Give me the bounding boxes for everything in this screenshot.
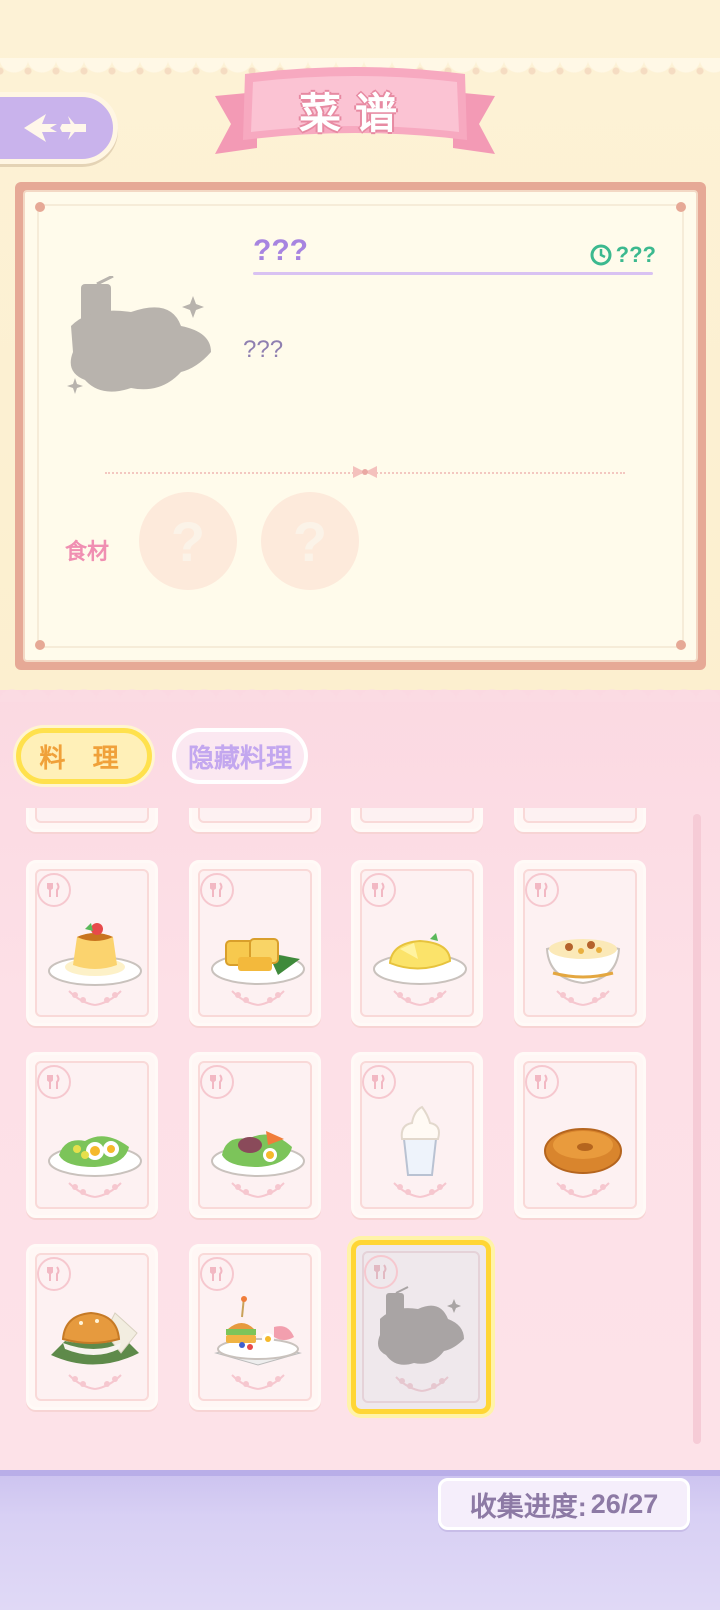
cook-time: ??? — [590, 242, 656, 268]
laurel-icon — [231, 1374, 285, 1390]
dish-silhouette-icon — [67, 276, 211, 394]
pudding-icon — [48, 923, 142, 986]
cutlery-icon — [37, 873, 71, 907]
recipe-card-ice-cream-drink[interactable] — [351, 1052, 483, 1218]
laurel-icon — [393, 990, 447, 1006]
meat-salad-icon — [211, 1131, 305, 1177]
corner-dot — [676, 202, 686, 212]
ingredients-label: 食材 — [65, 539, 110, 564]
recipe-card-burger[interactable] — [26, 1244, 158, 1410]
ingredient-slot[interactable]: ? — [139, 492, 237, 590]
ingredient-slot[interactable]: ? — [261, 492, 359, 590]
dish-description: ??? — [243, 336, 284, 363]
laurel-icon — [68, 1182, 122, 1198]
burger-set-icon — [214, 1296, 302, 1366]
tamagoyaki-icon — [211, 938, 305, 985]
omelette-icon — [373, 933, 467, 985]
corner-dot — [35, 640, 45, 650]
recipe-card-meat-salad[interactable] — [189, 1052, 321, 1218]
laurel-icon — [556, 1182, 610, 1198]
cutlery-icon — [525, 1065, 559, 1099]
cutlery-icon — [362, 873, 396, 907]
recipe-card[interactable] — [189, 808, 321, 832]
recipe-card-burger-set[interactable] — [189, 1244, 321, 1410]
recipe-detail-panel: ??? ??? ??? 食材 ? ? — [15, 182, 706, 670]
collection-progress: 收集进度: 26/27 — [438, 1478, 690, 1530]
scrollbar[interactable] — [693, 814, 701, 1444]
tab-hidden-dishes[interactable]: 隐藏料理 — [172, 728, 308, 784]
recipe-card-soup-bowl[interactable] — [514, 860, 646, 1026]
recipe-card[interactable] — [514, 808, 646, 832]
cook-time-value: ??? — [615, 242, 656, 267]
cutlery-icon — [200, 873, 234, 907]
scallop-border — [0, 678, 720, 702]
locked-dish-silhouette-icon — [378, 1286, 464, 1365]
tab-dishes[interactable]: 料 理 — [16, 728, 152, 784]
dish-name: ??? — [253, 234, 308, 267]
clock-icon — [590, 244, 612, 266]
laurel-icon — [393, 1182, 447, 1198]
bow-icon — [353, 466, 377, 478]
back-button[interactable] — [0, 92, 118, 164]
back-arrow-icon — [24, 114, 86, 142]
cutlery-icon — [525, 873, 559, 907]
name-underline — [253, 272, 653, 275]
recipe-grid[interactable] — [0, 808, 690, 1448]
cutlery-icon — [37, 1065, 71, 1099]
burger-icon — [51, 1311, 139, 1365]
cutlery-icon — [200, 1065, 234, 1099]
ingredient-unknown: ? — [170, 509, 206, 573]
bagel-icon — [544, 1128, 622, 1174]
laurel-icon — [231, 990, 285, 1006]
cutlery-icon — [37, 1257, 71, 1291]
recipe-card[interactable] — [26, 808, 158, 832]
laurel-icon — [231, 1182, 285, 1198]
cutlery-icon — [364, 1255, 398, 1289]
cutlery-icon — [200, 1257, 234, 1291]
recipe-card-egg-salad[interactable] — [26, 1052, 158, 1218]
title-banner: 菜谱 — [205, 66, 505, 166]
soup-bowl-icon — [545, 939, 621, 985]
recipe-card-strawberry-pudding[interactable] — [26, 860, 158, 1026]
progress-value: 26/27 — [590, 1488, 659, 1519]
page-title: 菜谱 — [298, 90, 411, 137]
recipe-card-cheese-omelette[interactable] — [351, 860, 483, 1026]
laurel-icon — [68, 990, 122, 1006]
egg-salad-icon — [48, 1136, 142, 1177]
corner-dot — [676, 640, 686, 650]
recipe-card[interactable] — [351, 808, 483, 832]
progress-label: 收集进度: — [469, 1491, 587, 1522]
corner-dot — [35, 202, 45, 212]
ice-cream-drink-icon — [400, 1105, 440, 1176]
laurel-icon — [68, 1374, 122, 1390]
laurel-icon — [556, 990, 610, 1006]
recipe-card-tamagoyaki[interactable] — [189, 860, 321, 1026]
ingredient-unknown: ? — [292, 509, 328, 573]
recipe-card-bagel[interactable] — [514, 1052, 646, 1218]
cutlery-icon — [362, 1065, 396, 1099]
recipe-card-mystery-dish[interactable] — [351, 1240, 491, 1414]
laurel-icon — [395, 1376, 449, 1392]
